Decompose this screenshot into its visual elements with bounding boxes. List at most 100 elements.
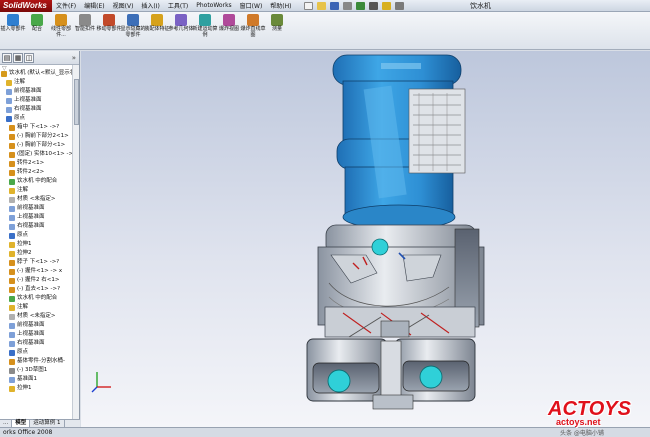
tree-item[interactable]: 箱中 下<1> ->? (0, 123, 72, 132)
bottom-tab[interactable]: 运动算例 1 (30, 420, 65, 427)
tree-item[interactable]: 前视基准面 (0, 321, 72, 330)
property-tab-icon[interactable]: ▦ (13, 52, 23, 63)
menu-item[interactable]: 窗口(W) (236, 1, 267, 10)
print-icon[interactable] (342, 1, 352, 10)
tree-item[interactable]: (-) 握件<1> -> x (0, 267, 72, 276)
tree-item-icon (9, 214, 15, 221)
open-icon[interactable] (316, 1, 326, 10)
tree-item[interactable]: 上视基准面 (0, 213, 72, 222)
tree-item[interactable]: 转件2<2> (0, 168, 72, 177)
water-bottle (332, 54, 466, 230)
tree-item[interactable]: 前视基准面 (0, 204, 72, 213)
tree-item[interactable]: 脖子 下<1> ->? (0, 258, 72, 267)
tree-item-label: (-) 3D草图1 (17, 367, 48, 373)
toolbar-button[interactable]: 移动零部件 (96, 12, 122, 49)
tree-item-label: 注解 (17, 187, 29, 193)
motion-study-icon (199, 14, 211, 26)
toolbar-button[interactable]: 配合 (26, 12, 48, 49)
tree-item[interactable]: 拉伸1 (0, 240, 72, 249)
toolbar-button[interactable]: 装配体特征 (144, 12, 170, 49)
watermark-logo: ACTOYS (548, 398, 631, 420)
explode-line-icon (247, 14, 259, 26)
water-dispenser-model[interactable] (81, 51, 650, 427)
measure-icon (271, 14, 283, 26)
tree-item-label: (固定) 实体10<1> ->? (17, 151, 72, 157)
tree-item[interactable]: 基体零件-分割水桶- (0, 357, 72, 366)
expand-chevron-icon[interactable]: » (72, 54, 76, 62)
toolbar-button[interactable]: 新建运动算例 (192, 12, 218, 49)
tree-item-icon (9, 187, 15, 194)
tree-item-icon (6, 97, 12, 104)
tree-item-icon (9, 259, 15, 266)
tree-item[interactable]: 注解 (0, 78, 72, 87)
menu-item[interactable]: 帮助(H) (266, 1, 295, 10)
tree-item[interactable]: (-) 胸前下部分2<1> (0, 132, 72, 141)
tree-item[interactable]: 注解 (0, 303, 72, 312)
toolbar-button-label: 显示隐藏的零部件 (120, 26, 146, 38)
dispenser-lower-body (306, 338, 476, 410)
status-bar: orks Office 2008 (0, 427, 650, 437)
tree-item[interactable]: 前视基准面 (0, 87, 72, 96)
toolbar-button[interactable]: 显示隐藏的零部件 (120, 12, 146, 49)
tree-item-label: 饮水机 (默认<默认_显示状 (9, 70, 72, 76)
tree-item[interactable]: (固定) 实体10<1> ->? (0, 150, 72, 159)
tree-item-icon (9, 322, 15, 329)
tree-item[interactable]: 拉伸2 (0, 249, 72, 258)
configuration-tab-icon[interactable]: ◫ (24, 52, 34, 63)
menu-item[interactable]: 工具(T) (164, 1, 192, 10)
tree-item[interactable]: 饮水机 中的配合 (0, 294, 72, 303)
toolbar-button[interactable]: 参考几何体 (168, 12, 194, 49)
toolbar-button[interactable]: 智能扣件 (74, 12, 96, 49)
tree-item[interactable]: 基准面1 (0, 375, 72, 384)
graphics-viewport[interactable] (81, 51, 650, 427)
toolbar-button[interactable]: 线性零部件... (50, 12, 72, 49)
tree-item[interactable]: 原点 (0, 348, 72, 357)
tree-item[interactable]: 上视基准面 (0, 96, 72, 105)
bottom-tab[interactable]: ... (0, 420, 13, 427)
menu-item[interactable]: 文件(F) (52, 1, 80, 10)
tree-item-icon (9, 385, 15, 392)
tree-scrollbar[interactable] (72, 65, 79, 419)
toolbar-button[interactable]: 测量 (266, 12, 288, 49)
tree-item[interactable]: 饮水机 (默认<默认_显示状 (0, 69, 72, 78)
tree-item-label: 右视基准面 (14, 106, 42, 112)
tree-item[interactable]: (-) 直去<1> ->? (0, 285, 72, 294)
tree-item[interactable]: 材质 <未指定> (0, 312, 72, 321)
tree-item[interactable]: 右视基准面 (0, 339, 72, 348)
toolbar-button[interactable]: 爆炸直线草图 (240, 12, 266, 49)
undo-icon[interactable] (355, 1, 365, 10)
menu-item[interactable]: 插入(I) (137, 1, 163, 10)
options-icon[interactable] (394, 1, 404, 10)
bottom-tab[interactable]: 模型 (12, 420, 31, 427)
tree-item[interactable]: 拉伸1 (0, 384, 72, 393)
tree-item[interactable]: 材质 <未指定> (0, 195, 72, 204)
tree-item[interactable]: (-) 握件2 右<1> (0, 276, 72, 285)
toolbar-button[interactable]: 插入零部件 (0, 12, 26, 49)
tree-item[interactable]: 注解 (0, 186, 72, 195)
menu-item[interactable]: 编辑(E) (80, 1, 108, 10)
tree-item[interactable]: 原点 (0, 114, 72, 123)
rebuild-icon[interactable] (381, 1, 391, 10)
tree-item[interactable]: 上视基准面 (0, 330, 72, 339)
toolbar-button-label: 装配体特征 (144, 26, 170, 32)
panel-tabs: ▤ ▦ ◫ » (0, 51, 79, 65)
tree-item[interactable]: (-) 3D草图1 (0, 366, 72, 375)
new-document-icon[interactable] (303, 1, 313, 10)
tree-item[interactable]: (-) 胸前下部分<1> (0, 141, 72, 150)
toolbar-button[interactable]: 爆炸视图 (218, 12, 240, 49)
tree-item[interactable]: 转件2<1> (0, 159, 72, 168)
save-icon[interactable] (329, 1, 339, 10)
toolbar-button-label: 爆炸直线草图 (240, 26, 266, 38)
scrollbar-thumb[interactable] (74, 79, 79, 125)
feature-tree-tab-icon[interactable]: ▤ (2, 52, 12, 63)
tree-item-icon (9, 340, 15, 347)
tree-item[interactable]: 右视基准面 (0, 222, 72, 231)
tree-item[interactable]: 饮水机 中的配合 (0, 177, 72, 186)
menu-item[interactable]: PhotoWorks (192, 2, 235, 9)
menu-item[interactable]: 视图(V) (109, 1, 138, 10)
tree-item-icon (9, 124, 15, 131)
tree-item-icon (9, 196, 15, 203)
tree-item[interactable]: 右视基准面 (0, 105, 72, 114)
tree-item[interactable]: 原点 (0, 231, 72, 240)
select-icon[interactable] (368, 1, 378, 10)
